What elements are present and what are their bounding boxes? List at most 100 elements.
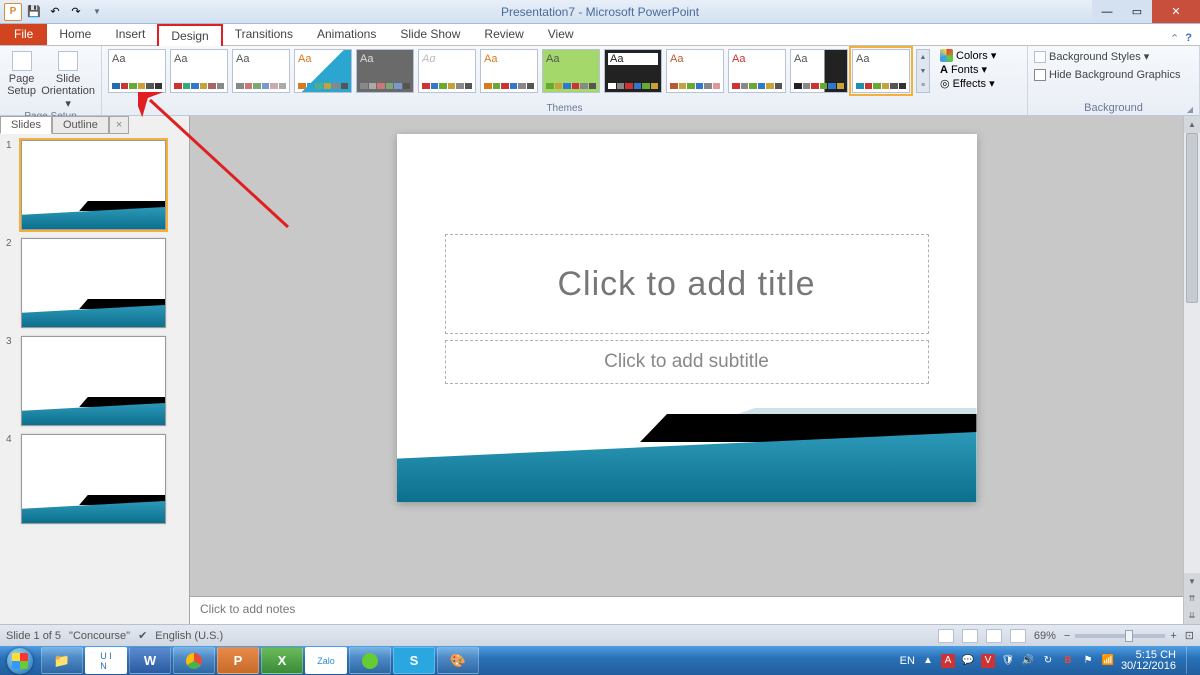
subtitle-placeholder[interactable]: Click to add subtitle bbox=[445, 340, 929, 384]
vertical-scrollbar[interactable]: ▲ ▼ ⇈ ⇊ bbox=[1183, 116, 1200, 624]
start-button[interactable] bbox=[0, 646, 40, 675]
review-tab[interactable]: Review bbox=[472, 23, 535, 45]
theme-fonts-button[interactable]: AFonts ▾ bbox=[940, 63, 996, 76]
qat-more-icon[interactable]: ▼ bbox=[88, 3, 106, 21]
slide-canvas[interactable]: Click to add title Click to add subtitle bbox=[397, 134, 977, 502]
slide-orientation-button[interactable]: Slide Orientation ▾ bbox=[41, 49, 95, 110]
show-desktop-button[interactable] bbox=[1186, 647, 1194, 674]
transitions-tab[interactable]: Transitions bbox=[223, 23, 305, 45]
tray-v-icon[interactable]: V bbox=[981, 654, 995, 668]
taskbar-zalo[interactable]: Zalo bbox=[305, 647, 347, 674]
slides-tab[interactable]: Slides bbox=[0, 116, 52, 134]
theme-thumb-6[interactable]: Aɑ bbox=[418, 49, 476, 93]
minimize-ribbon-icon[interactable]: ⌃ bbox=[1170, 32, 1179, 45]
slide-indicator: Slide 1 of 5 bbox=[6, 630, 61, 642]
zoom-level[interactable]: 69% bbox=[1034, 630, 1056, 642]
theme-thumb-13[interactable]: Aa bbox=[852, 49, 910, 93]
taskbar-coccoc[interactable] bbox=[349, 647, 391, 674]
taskbar: 📁 U IN W P X Zalo S 🎨 EN ▲ A 💬 V 🛡 🔊 ↻ B… bbox=[0, 646, 1200, 675]
view-tab[interactable]: View bbox=[536, 23, 586, 45]
spellcheck-icon[interactable]: ✔ bbox=[138, 629, 147, 642]
theme-thumb-5[interactable]: Aa bbox=[356, 49, 414, 93]
theme-effects-button[interactable]: ◎Effects ▾ bbox=[940, 77, 996, 90]
slideshow-view-button[interactable] bbox=[1010, 629, 1026, 643]
taskbar-chrome[interactable] bbox=[173, 647, 215, 674]
redo-icon[interactable]: ↷ bbox=[67, 3, 85, 21]
themes-gallery-scroll[interactable]: ▲▼≡ bbox=[916, 49, 930, 93]
system-tray: EN ▲ A 💬 V 🛡 🔊 ↻ B ⚑ 📶 5:15 CH30/12/2016 bbox=[900, 647, 1194, 674]
dialog-launcher-icon[interactable]: ◢ bbox=[1187, 105, 1193, 114]
slide-background-shape bbox=[397, 414, 977, 502]
fit-to-window-button[interactable]: ⊡ bbox=[1185, 629, 1194, 642]
outline-tab[interactable]: Outline bbox=[52, 116, 109, 134]
slide-thumbnail-1[interactable] bbox=[21, 140, 166, 230]
theme-thumb-2[interactable]: Aa bbox=[170, 49, 228, 93]
taskbar-word[interactable]: W bbox=[129, 647, 171, 674]
theme-colors-button[interactable]: Colors ▾ bbox=[940, 49, 996, 62]
animations-tab[interactable]: Animations bbox=[305, 23, 388, 45]
theme-thumb-7[interactable]: Aa bbox=[480, 49, 538, 93]
themes-gallery: Aa Aa Aa Aa Aa Aɑ Aa Aa Aa Aa Aa Aa Aa ▲… bbox=[108, 49, 1021, 102]
help-icon[interactable]: ? bbox=[1185, 32, 1192, 45]
slide-thumbnail-2[interactable] bbox=[21, 238, 166, 328]
zoom-slider[interactable] bbox=[1075, 634, 1165, 638]
tray-b-icon[interactable]: B bbox=[1061, 654, 1075, 668]
next-slide-icon[interactable]: ⇊ bbox=[1184, 607, 1200, 624]
close-panel-button[interactable]: × bbox=[109, 116, 129, 134]
tray-flag-icon[interactable]: ⚑ bbox=[1081, 654, 1095, 668]
tray-language[interactable]: EN bbox=[900, 655, 915, 667]
prev-slide-icon[interactable]: ⇈ bbox=[1184, 590, 1200, 607]
zoom-in-button[interactable]: + bbox=[1170, 630, 1176, 642]
title-bar: P 💾 ↶ ↷ ▼ Presentation7 - Microsoft Powe… bbox=[0, 0, 1200, 24]
theme-thumb-4[interactable]: Aa bbox=[294, 49, 352, 93]
slideshow-tab[interactable]: Slide Show bbox=[388, 23, 472, 45]
theme-thumb-8[interactable]: Aa bbox=[542, 49, 600, 93]
taskbar-paint[interactable]: 🎨 bbox=[437, 647, 479, 674]
slide-thumbnail-4[interactable] bbox=[21, 434, 166, 524]
undo-icon[interactable]: ↶ bbox=[46, 3, 64, 21]
title-placeholder[interactable]: Click to add title bbox=[445, 234, 929, 334]
scroll-down-icon[interactable]: ▼ bbox=[1184, 573, 1200, 590]
tray-shield-icon[interactable]: 🛡 bbox=[1001, 654, 1015, 668]
language-indicator[interactable]: English (U.S.) bbox=[155, 630, 223, 642]
theme-thumb-3[interactable]: Aa bbox=[232, 49, 290, 93]
theme-thumb-10[interactable]: Aa bbox=[666, 49, 724, 93]
tray-up-icon[interactable]: ▲ bbox=[921, 654, 935, 668]
tray-adobe-icon[interactable]: A bbox=[941, 654, 955, 668]
minimize-button[interactable]: — bbox=[1092, 0, 1122, 23]
page-setup-button[interactable]: Page Setup bbox=[6, 49, 37, 97]
normal-view-button[interactable] bbox=[938, 629, 954, 643]
notes-pane[interactable]: Click to add notes bbox=[190, 596, 1183, 624]
close-button[interactable]: ✕ bbox=[1152, 0, 1200, 23]
theme-thumb-9[interactable]: Aa bbox=[604, 49, 662, 93]
theme-thumb-12[interactable]: Aa bbox=[790, 49, 848, 93]
tray-volume-icon[interactable]: 🔊 bbox=[1021, 654, 1035, 668]
home-tab[interactable]: Home bbox=[47, 23, 103, 45]
file-tab[interactable]: File bbox=[0, 23, 47, 45]
reading-view-button[interactable] bbox=[986, 629, 1002, 643]
background-styles-button[interactable]: Background Styles ▾ bbox=[1034, 49, 1149, 64]
taskbar-skype[interactable]: S bbox=[393, 647, 435, 674]
theme-thumb-1[interactable]: Aa bbox=[108, 49, 166, 93]
hide-background-checkbox[interactable]: Hide Background Graphics bbox=[1034, 68, 1180, 82]
sorter-view-button[interactable] bbox=[962, 629, 978, 643]
taskbar-powerpoint[interactable]: P bbox=[217, 647, 259, 674]
zoom-out-button[interactable]: − bbox=[1064, 630, 1070, 642]
save-icon[interactable]: 💾 bbox=[25, 3, 43, 21]
maximize-button[interactable]: ▭ bbox=[1122, 0, 1152, 23]
tray-network-icon[interactable]: 📶 bbox=[1101, 654, 1115, 668]
powerpoint-icon[interactable]: P bbox=[4, 3, 22, 21]
tray-chat-icon[interactable]: 💬 bbox=[961, 654, 975, 668]
slide-thumbnail-3[interactable] bbox=[21, 336, 166, 426]
tray-clock[interactable]: 5:15 CH30/12/2016 bbox=[1121, 650, 1180, 672]
insert-tab[interactable]: Insert bbox=[103, 23, 157, 45]
design-tab[interactable]: Design bbox=[157, 24, 222, 46]
scroll-up-icon[interactable]: ▲ bbox=[1184, 116, 1200, 133]
taskbar-unikey[interactable]: U IN bbox=[85, 647, 127, 674]
theme-thumb-11[interactable]: Aa bbox=[728, 49, 786, 93]
status-bar: Slide 1 of 5 "Concourse" ✔ English (U.S.… bbox=[0, 624, 1200, 646]
window-controls: — ▭ ✕ bbox=[1092, 0, 1200, 23]
tray-sync-icon[interactable]: ↻ bbox=[1041, 654, 1055, 668]
taskbar-excel[interactable]: X bbox=[261, 647, 303, 674]
taskbar-explorer[interactable]: 📁 bbox=[41, 647, 83, 674]
